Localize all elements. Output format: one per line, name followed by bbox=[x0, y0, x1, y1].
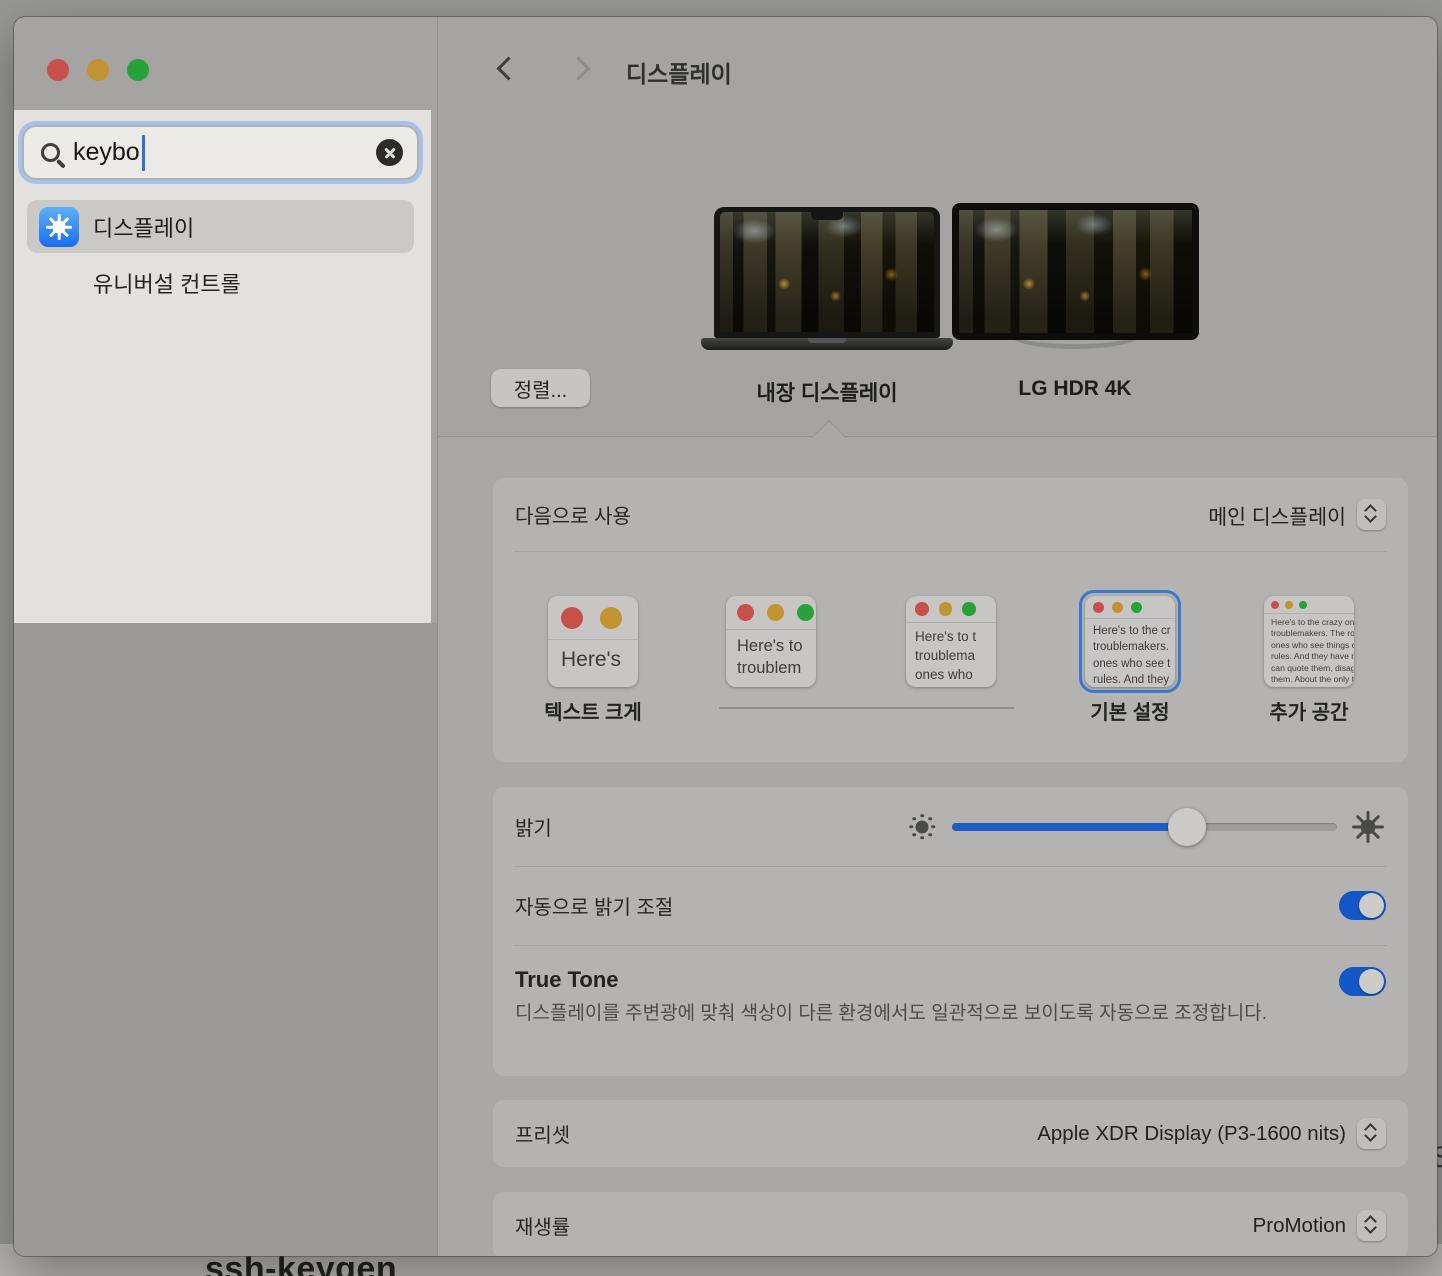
preset-dropdown[interactable] bbox=[1357, 1118, 1386, 1149]
search-result-label: 디스플레이 bbox=[93, 211, 194, 243]
true-tone-description: 디스플레이를 주변광에 맞춰 색상이 다른 환경에서도 일관적으로 보이도록 자… bbox=[515, 999, 1305, 1028]
auto-brightness-label: 자동으로 밝기 조절 bbox=[515, 891, 1339, 920]
clear-search-icon[interactable] bbox=[376, 139, 403, 166]
search-icon bbox=[41, 143, 60, 162]
laptop-notch bbox=[811, 212, 843, 220]
minimize-window-button[interactable] bbox=[87, 59, 109, 81]
mini-window-titlebar bbox=[548, 596, 638, 640]
builtin-display-thumbnail[interactable] bbox=[714, 207, 940, 338]
true-tone-label: True Tone bbox=[515, 967, 1339, 993]
refresh-rate-value: ProMotion bbox=[1253, 1214, 1346, 1238]
auto-brightness-toggle[interactable] bbox=[1339, 891, 1386, 920]
laptop-base bbox=[701, 338, 953, 350]
resolution-panel: 다음으로 사용 메인 디스플레이 Here's Here's totrouble… bbox=[493, 478, 1408, 762]
resolution-label-larger-text: 텍스트 크게 bbox=[493, 696, 693, 725]
zoom-window-button[interactable] bbox=[127, 59, 149, 81]
brightness-thumb[interactable] bbox=[1168, 808, 1206, 846]
search-result-universal-control[interactable]: 유니버설 컨트롤 bbox=[93, 265, 241, 301]
use-as-value: 메인 디스플레이 bbox=[1208, 500, 1346, 530]
brightness-slider[interactable] bbox=[952, 823, 1337, 831]
external-display-name: LG HDR 4K bbox=[925, 377, 1225, 401]
brightness-high-icon bbox=[1350, 809, 1386, 845]
resolution-scale-line bbox=[719, 707, 1014, 709]
preset-label: 프리셋 bbox=[515, 1119, 1037, 1148]
refresh-rate-label: 재생률 bbox=[515, 1211, 1253, 1240]
close-window-button[interactable] bbox=[47, 59, 69, 81]
brightness-label: 밝기 bbox=[515, 812, 905, 841]
resolution-label-more-space: 추가 공간 bbox=[1209, 696, 1409, 725]
use-as-dropdown[interactable] bbox=[1357, 499, 1386, 530]
text-cursor bbox=[142, 135, 146, 171]
refresh-rate-panel: 재생률 ProMotion bbox=[493, 1192, 1408, 1256]
search-result-display[interactable]: 디스플레이 bbox=[27, 200, 414, 253]
use-as-label: 다음으로 사용 bbox=[515, 500, 1208, 529]
preset-panel: 프리셋 Apple XDR Display (P3-1600 nits) bbox=[493, 1100, 1408, 1167]
resolution-option-larger-text[interactable]: Here's bbox=[548, 596, 638, 687]
sidebar: keybo 디스플레이 유니버설 컨트롤 bbox=[14, 17, 437, 1256]
search-results-panel: keybo 디스플레이 유니버설 컨트롤 bbox=[14, 110, 431, 623]
display-settings-pane: 디스플레이 정렬... 내장 디스플레이 LG HDR 4K 다음으로 사용 메… bbox=[438, 17, 1437, 1256]
external-display-thumbnail[interactable] bbox=[952, 203, 1199, 340]
preset-value: Apple XDR Display (P3-1600 nits) bbox=[1037, 1122, 1346, 1146]
builtin-display-wallpaper bbox=[720, 212, 934, 332]
search-input-value: keybo bbox=[73, 138, 140, 167]
resolution-option-more-space[interactable]: Here's to the crazy onetroublemakers. Th… bbox=[1264, 596, 1354, 687]
search-input[interactable]: keybo bbox=[22, 125, 419, 180]
refresh-rate-dropdown[interactable] bbox=[1357, 1210, 1386, 1241]
page-title: 디스플레이 bbox=[626, 55, 732, 89]
sidebar-dimmed-area bbox=[14, 623, 437, 1256]
brightness-low-icon bbox=[905, 810, 939, 844]
brightness-fill bbox=[952, 823, 1187, 831]
external-display-wallpaper bbox=[959, 210, 1192, 333]
resolution-option-3[interactable]: Here's to ttroublemaones who bbox=[906, 596, 996, 687]
system-settings-window: keybo 디스플레이 유니버설 컨트롤 디스플레이 bbox=[14, 17, 1437, 1256]
display-brightness-icon bbox=[39, 207, 79, 247]
resolution-label-default: 기본 설정 bbox=[1030, 696, 1230, 725]
resolution-option-default[interactable]: Here's to the crtroublemakers.ones who s… bbox=[1085, 596, 1175, 687]
brightness-panel: 밝기 자동으로 밝기 조절 True Tone bbox=[493, 787, 1408, 1076]
resolution-option-2[interactable]: Here's totroublem bbox=[726, 596, 816, 687]
arrange-displays-button[interactable]: 정렬... bbox=[491, 369, 590, 407]
true-tone-toggle[interactable] bbox=[1339, 967, 1386, 996]
